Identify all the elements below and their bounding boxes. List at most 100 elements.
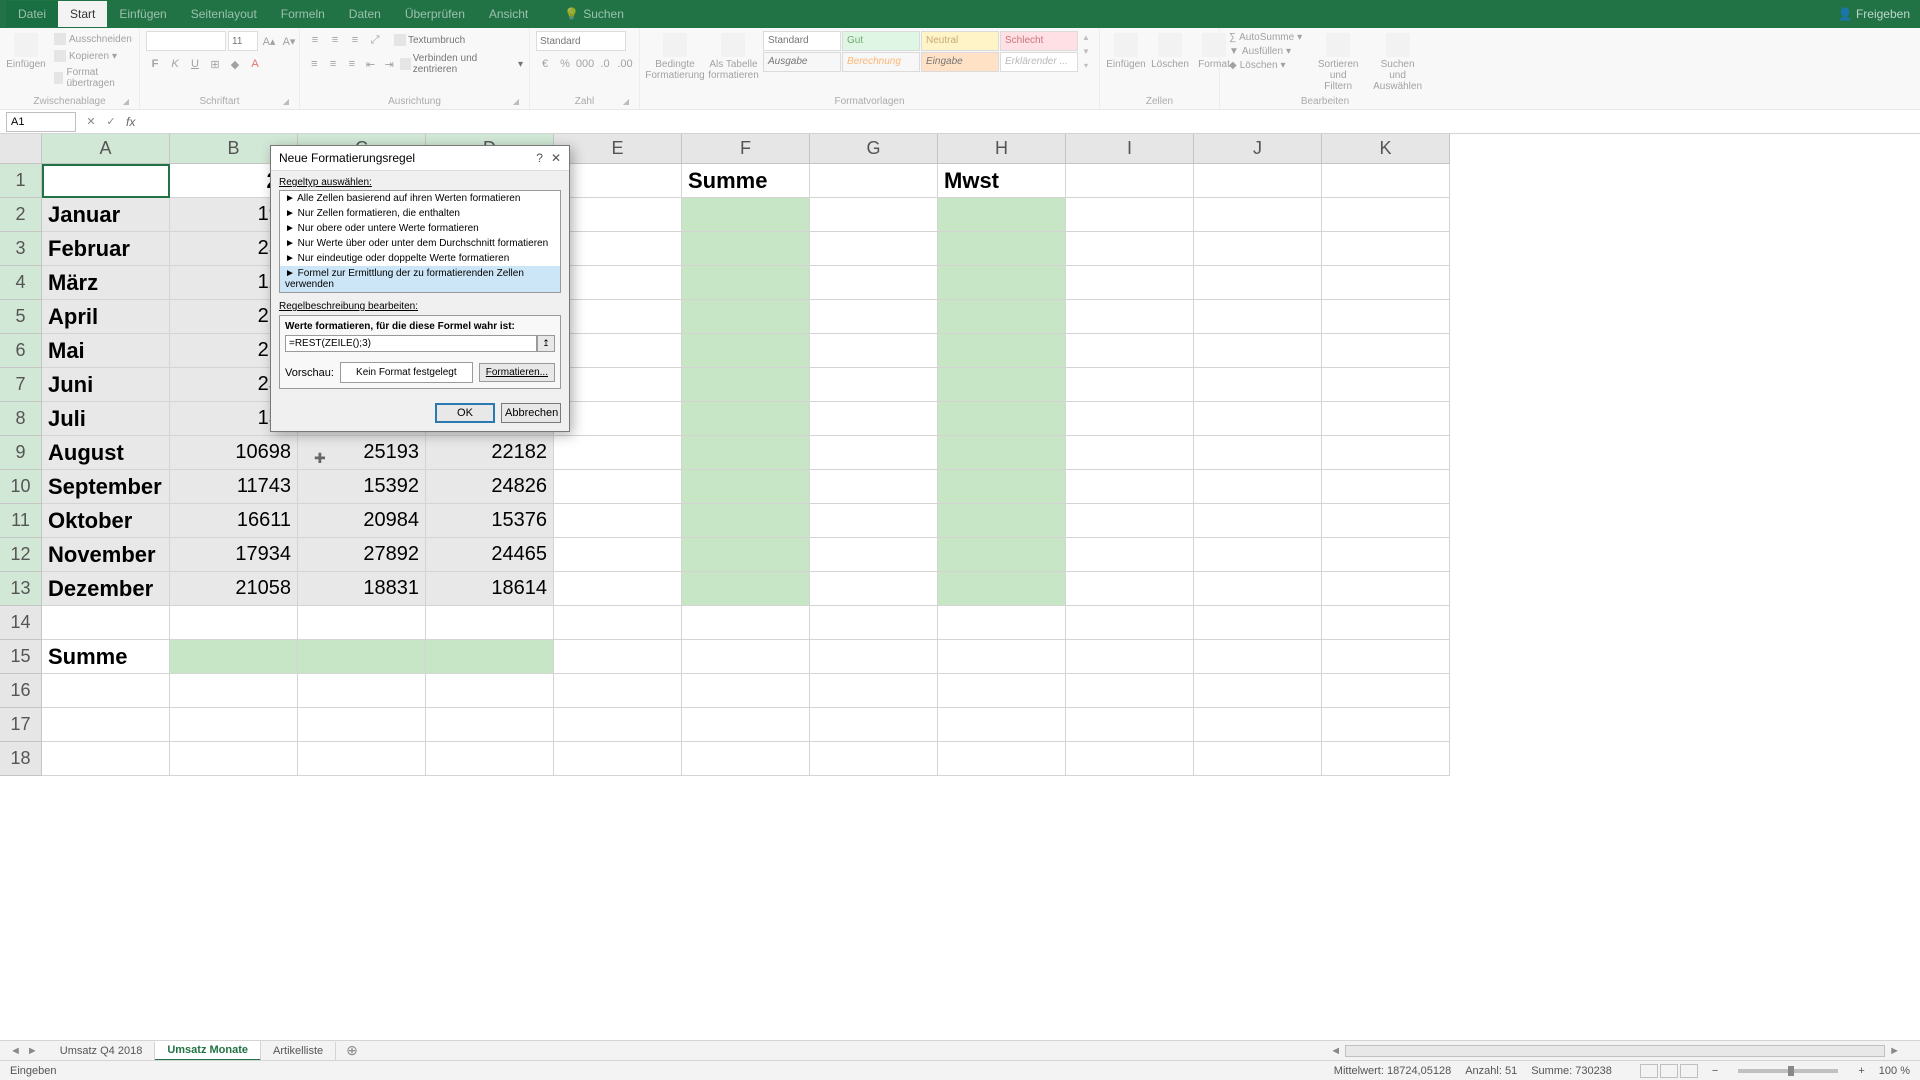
cell[interactable] xyxy=(1194,708,1322,742)
percent-button[interactable]: % xyxy=(556,55,574,73)
row-header[interactable]: 2 xyxy=(0,198,42,232)
cell[interactable]: Summe xyxy=(42,640,170,674)
cell[interactable] xyxy=(170,640,298,674)
cell[interactable] xyxy=(1322,742,1450,776)
rule-type-item[interactable]: ► Nur eindeutige oder doppelte Werte for… xyxy=(280,251,560,266)
cell[interactable] xyxy=(554,640,682,674)
cell[interactable] xyxy=(1066,572,1194,606)
copy-button[interactable]: Kopieren ▾ xyxy=(50,48,136,64)
cell[interactable] xyxy=(810,606,938,640)
row-header[interactable]: 17 xyxy=(0,708,42,742)
cell[interactable] xyxy=(1066,164,1194,198)
page-break-icon[interactable] xyxy=(1680,1064,1698,1078)
cell[interactable] xyxy=(810,266,938,300)
clear-button[interactable]: ◆Löschen ▾ xyxy=(1226,59,1305,72)
sheet-nav[interactable]: ◄► xyxy=(0,1045,48,1057)
cell[interactable] xyxy=(1194,606,1322,640)
rule-type-list[interactable]: ► Alle Zellen basierend auf ihren Werten… xyxy=(279,190,561,293)
insert-cells-button[interactable]: Einfügen xyxy=(1106,31,1146,72)
cell[interactable] xyxy=(682,470,810,504)
cell[interactable] xyxy=(682,300,810,334)
cell[interactable] xyxy=(1322,436,1450,470)
style-gut[interactable]: Gut xyxy=(842,31,920,51)
delete-cells-button[interactable]: Löschen xyxy=(1150,31,1190,72)
cell[interactable] xyxy=(554,606,682,640)
cell[interactable]: Juni xyxy=(42,368,170,402)
select-all-corner[interactable] xyxy=(0,134,42,164)
cell[interactable]: 24826 xyxy=(426,470,554,504)
ok-button[interactable]: OK xyxy=(435,403,495,423)
cell[interactable] xyxy=(554,436,682,470)
cell[interactable] xyxy=(938,232,1066,266)
cell[interactable] xyxy=(554,504,682,538)
align-middle-button[interactable]: ≡ xyxy=(326,31,344,49)
cell[interactable]: Dezember xyxy=(42,572,170,606)
cell[interactable] xyxy=(810,640,938,674)
cell[interactable] xyxy=(1194,334,1322,368)
cell[interactable] xyxy=(426,708,554,742)
cell[interactable] xyxy=(554,470,682,504)
cell[interactable]: 18614 xyxy=(426,572,554,606)
cell[interactable] xyxy=(938,708,1066,742)
fill-button[interactable]: ▼Ausfüllen ▾ xyxy=(1226,45,1305,58)
cell[interactable] xyxy=(1066,300,1194,334)
indent-dec-button[interactable]: ⇤ xyxy=(362,55,379,73)
cell[interactable] xyxy=(554,572,682,606)
name-box[interactable] xyxy=(6,112,76,132)
cell[interactable] xyxy=(1066,334,1194,368)
inc-decimal-button[interactable]: .0 xyxy=(596,55,614,73)
number-format-select[interactable] xyxy=(536,31,626,51)
cell[interactable]: 17934 xyxy=(170,538,298,572)
row-header[interactable]: 9 xyxy=(0,436,42,470)
cell[interactable] xyxy=(1322,334,1450,368)
style-standard[interactable]: Standard xyxy=(763,31,841,51)
col-header-j[interactable]: J xyxy=(1194,134,1322,164)
row-header[interactable]: 12 xyxy=(0,538,42,572)
cell[interactable] xyxy=(682,538,810,572)
row-header[interactable]: 10 xyxy=(0,470,42,504)
cell[interactable] xyxy=(1066,368,1194,402)
cell[interactable] xyxy=(554,538,682,572)
italic-button[interactable]: K xyxy=(166,55,184,73)
tab-file[interactable]: Datei xyxy=(6,1,58,27)
cell[interactable] xyxy=(1194,368,1322,402)
cell[interactable] xyxy=(170,606,298,640)
cell[interactable] xyxy=(426,742,554,776)
col-header-g[interactable]: G xyxy=(810,134,938,164)
dec-decimal-button[interactable]: .00 xyxy=(616,55,634,73)
zoom-in-icon[interactable]: + xyxy=(1858,1065,1864,1077)
cell[interactable]: Summe xyxy=(682,164,810,198)
cell[interactable] xyxy=(1322,606,1450,640)
find-select-button[interactable]: Suchen und Auswählen xyxy=(1371,31,1424,94)
scroll-left-icon[interactable]: ◄ xyxy=(1330,1045,1341,1057)
cell[interactable]: 21058 xyxy=(170,572,298,606)
cell[interactable] xyxy=(682,198,810,232)
cell[interactable]: April xyxy=(42,300,170,334)
merge-center-button[interactable]: Verbinden und zentrieren ▾ xyxy=(400,53,523,75)
cell[interactable] xyxy=(554,402,682,436)
cell[interactable]: 18831 xyxy=(298,572,426,606)
cancel-formula-icon[interactable]: ✕ xyxy=(82,115,100,128)
cell[interactable] xyxy=(1194,674,1322,708)
style-eingabe[interactable]: Eingabe xyxy=(921,52,999,72)
cell[interactable] xyxy=(1322,232,1450,266)
sort-filter-button[interactable]: Sortieren und Filtern xyxy=(1309,31,1367,94)
cell[interactable]: Oktober xyxy=(42,504,170,538)
cell[interactable] xyxy=(682,402,810,436)
cell[interactable] xyxy=(810,402,938,436)
cell[interactable] xyxy=(1066,708,1194,742)
conditional-formatting-button[interactable]: Bedingte Formatierung xyxy=(646,31,704,83)
row-header[interactable]: 5 xyxy=(0,300,42,334)
cell[interactable] xyxy=(170,708,298,742)
zoom-slider[interactable] xyxy=(1738,1069,1838,1073)
cell[interactable] xyxy=(1194,504,1322,538)
zoom-level[interactable]: 100 % xyxy=(1879,1065,1910,1077)
indent-inc-button[interactable]: ⇥ xyxy=(381,55,398,73)
currency-button[interactable]: € xyxy=(536,55,554,73)
fill-color-button[interactable]: ◆ xyxy=(226,55,244,73)
cell[interactable] xyxy=(682,674,810,708)
col-header-h[interactable]: H xyxy=(938,134,1066,164)
cell[interactable] xyxy=(810,334,938,368)
tab-formulas[interactable]: Formeln xyxy=(269,1,337,27)
tell-me-search[interactable]: 💡 Suchen xyxy=(560,7,624,21)
